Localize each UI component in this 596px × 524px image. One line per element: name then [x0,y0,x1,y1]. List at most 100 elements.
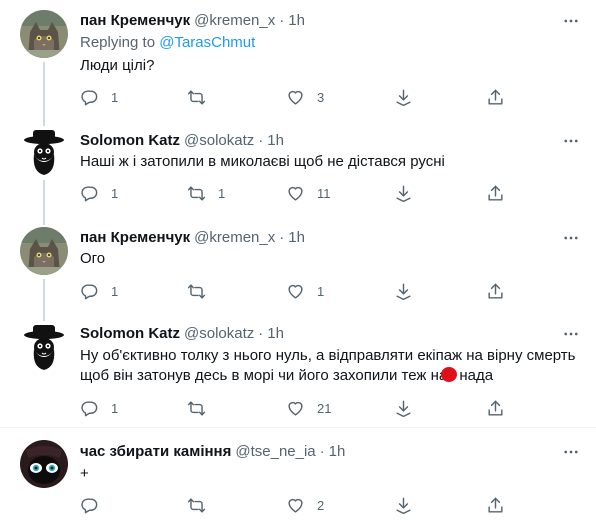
tweet-2[interactable]: Solomon Katz @solokatz · 1h Наші ж і зат… [0,118,596,217]
download-button[interactable] [394,399,413,418]
share-button[interactable] [486,496,505,515]
retweet-button[interactable] [187,88,218,107]
avatar[interactable] [20,440,68,488]
user-handle[interactable]: @kremen_x [194,12,275,29]
download-icon [394,496,413,515]
reply-icon [80,496,99,515]
tweet-text-line: щоб він затонув десь в морі чи його захо… [80,366,580,386]
download-icon [394,282,413,301]
display-name[interactable]: час збирати каміння [80,443,231,460]
share-icon [486,282,505,301]
separator-dot: · [279,11,285,29]
display-name[interactable]: Solomon Katz [80,132,180,149]
heart-icon [286,184,305,203]
tweet-1[interactable]: пан Кременчук @kremen_x · 1h Replying to… [0,0,596,118]
avatar-image [20,440,68,488]
tweet-header: Solomon Katz @solokatz · 1h [80,323,284,343]
share-button[interactable] [486,399,505,418]
tweet-actions: 1 1 [74,282,514,302]
replying-to-label: Replying to [80,34,156,51]
user-handle[interactable]: @tse_ne_ia [235,443,315,460]
retweet-icon [187,184,206,203]
reply-count: 1 [111,186,119,201]
avatar[interactable] [20,227,68,275]
like-count: 1 [317,284,325,299]
display-name[interactable]: Solomon Katz [80,325,180,342]
tweet-4[interactable]: Solomon Katz @solokatz · 1h Ну об'єктивн… [0,313,596,427]
retweet-button[interactable] [187,399,218,418]
more-options-icon[interactable] [562,12,580,30]
share-button[interactable] [486,88,505,107]
display-name[interactable]: пан Кременчук [80,229,190,246]
like-count: 2 [317,498,325,513]
avatar[interactable] [20,128,68,176]
like-button[interactable]: 1 [286,282,324,301]
user-handle[interactable]: @solokatz [184,325,254,342]
reply-button[interactable]: 1 [80,399,118,418]
reply-button[interactable] [80,496,111,515]
retweet-button[interactable]: 1 [187,184,225,203]
timestamp[interactable]: 1h [329,443,346,460]
tweet-header: пан Кременчук @kremen_x · 1h [80,10,305,30]
reply-icon [80,184,99,203]
heart-icon [286,88,305,107]
avatar[interactable] [20,10,68,58]
timestamp[interactable]: 1h [288,12,305,29]
tweet-header: час збирати каміння @tse_ne_ia · 1h [80,441,345,461]
timestamp[interactable]: 1h [267,132,284,149]
tweet-5[interactable]: час збирати каміння @tse_ne_ia · 1h + 2 [0,428,596,524]
tweet-header: пан Кременчук @kremen_x · 1h [80,227,305,247]
share-button[interactable] [486,282,505,301]
thread-line [43,217,45,225]
user-handle[interactable]: @solokatz [184,132,254,149]
heart-icon [286,496,305,515]
more-options-icon[interactable] [562,229,580,247]
tweet-text: + [80,465,89,482]
tweet-text: Люди цілі? [80,57,155,74]
download-button[interactable] [394,184,413,203]
tweet-3[interactable]: пан Кременчук @kremen_x · 1h Ого 1 1 [0,217,596,313]
display-name[interactable]: пан Кременчук [80,12,190,29]
reply-icon [80,88,99,107]
user-handle[interactable]: @kremen_x [194,229,275,246]
more-options-icon[interactable] [562,132,580,150]
download-icon [394,399,413,418]
tweet-text: Ну об'єктивно толку з нього нуль, а відп… [80,346,580,386]
thread-line [43,180,45,217]
retweet-button[interactable] [187,496,218,515]
reply-icon [80,282,99,301]
retweet-button[interactable] [187,282,218,301]
share-button[interactable] [486,184,505,203]
retweet-icon [187,496,206,515]
separator-dot: · [258,131,264,149]
reply-button[interactable]: 1 [80,282,118,301]
timestamp[interactable]: 1h [267,325,284,342]
tweet-text: Наші ж і затопили в миколаєві щоб не діс… [80,153,445,170]
like-button[interactable]: 2 [286,496,324,515]
avatar[interactable] [20,323,68,371]
mention-link[interactable]: @TarasChmut [159,34,255,51]
avatar-image [20,227,68,275]
reply-count: 1 [111,284,119,299]
replying-to: Replying to @TarasChmut [80,34,255,51]
download-button[interactable] [394,88,413,107]
retweet-icon [187,88,206,107]
more-options-icon[interactable] [562,325,580,343]
timestamp[interactable]: 1h [288,229,305,246]
tweet-actions: 2 [74,496,514,516]
like-button[interactable]: 11 [286,184,331,203]
tweet-text: Ого [80,250,106,267]
separator-dot: · [279,228,285,246]
reply-button[interactable]: 1 [80,184,118,203]
like-button[interactable]: 21 [286,399,331,418]
reply-icon [80,399,99,418]
like-button[interactable]: 3 [286,88,324,107]
share-icon [486,88,505,107]
tweet-actions: 1 3 [74,88,514,108]
download-button[interactable] [394,496,413,515]
tweet-actions: 1 21 [74,399,514,419]
avatar-image [20,128,68,176]
more-options-icon[interactable] [562,443,580,461]
reply-button[interactable]: 1 [80,88,118,107]
download-button[interactable] [394,282,413,301]
